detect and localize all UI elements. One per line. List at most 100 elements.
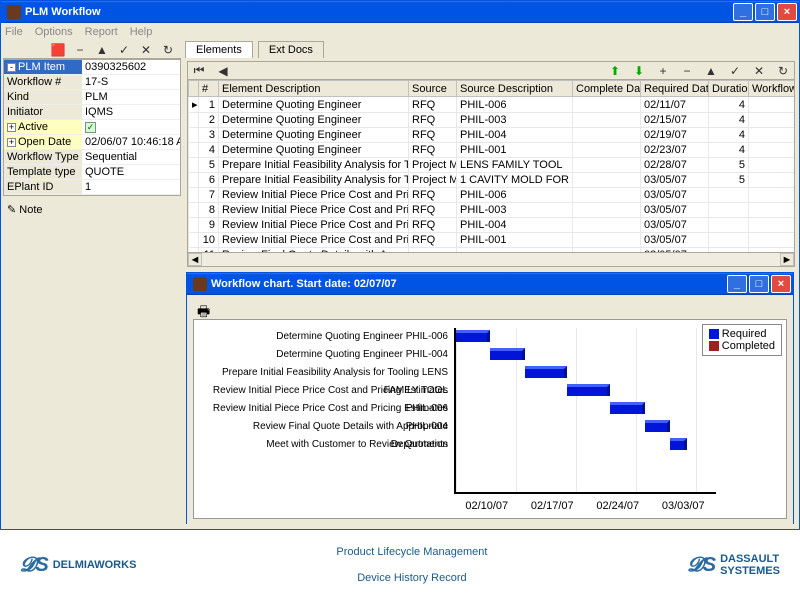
check-icon[interactable]: ✓ — [117, 43, 131, 57]
remove-icon[interactable]: − — [680, 64, 694, 78]
side-toolbar: 🟥 − ▲ ✓ ✕ ↻ — [3, 41, 181, 59]
chart-icon — [193, 277, 207, 291]
minimize-button[interactable]: _ — [733, 3, 753, 21]
task-label: Review Initial Piece Price Cost and Pric… — [198, 400, 452, 418]
column-header[interactable]: Complete Date — [573, 81, 641, 97]
prev-icon[interactable]: ◀ — [216, 64, 230, 78]
table-row[interactable]: 6Prepare Initial Feasibility Analysis fo… — [189, 173, 796, 188]
x-tick: 02/10/07 — [465, 500, 508, 512]
grid-scrollbar[interactable]: ◄ ► — [187, 253, 795, 267]
triangle-icon[interactable]: ▲ — [95, 43, 109, 57]
gantt-plot: Required Completed Determine Quoting Eng… — [193, 319, 787, 519]
reload-icon[interactable]: ↻ — [776, 64, 790, 78]
gantt-bar — [610, 402, 644, 414]
scroll-track[interactable] — [202, 253, 780, 266]
refresh-icon[interactable]: ↻ — [161, 43, 175, 57]
main-title: PLM Workflow — [25, 6, 101, 18]
add-icon[interactable]: + — [656, 64, 670, 78]
tool-icon[interactable]: 🟥 — [51, 43, 65, 57]
gantt-bar — [645, 420, 671, 432]
tabs: Elements Ext Docs — [185, 41, 797, 59]
chart-maximize-button[interactable]: □ — [749, 275, 769, 293]
task-label: Meet with Customer to Review Quotation — [198, 436, 452, 454]
chart-title: Workflow chart. Start date: 02/07/07 — [211, 278, 397, 290]
table-row[interactable]: 5Prepare Initial Feasibility Analysis fo… — [189, 158, 796, 173]
chart-body: 🖶 Required Completed Determine Quoting E… — [187, 295, 793, 525]
task-label: Determine Quoting Engineer PHIL-004 — [198, 346, 452, 364]
brand-right: 𝓓SDASSAULTSYSTEMES — [687, 553, 780, 577]
column-header[interactable]: Duration — [709, 81, 749, 97]
tab-extdocs[interactable]: Ext Docs — [258, 41, 324, 58]
first-icon[interactable]: ⏮ — [192, 64, 206, 78]
table-row[interactable]: 8Review Initial Piece Price Cost and Pri… — [189, 203, 796, 218]
cancel-icon[interactable]: ✕ — [752, 64, 766, 78]
prop-row[interactable]: +Open Date02/06/07 10:46:18 AM — [4, 135, 180, 150]
gantt-bar — [670, 438, 687, 450]
footer-caption: Product Lifecycle Management Device Hist… — [336, 539, 487, 591]
table-row[interactable]: ▸1Determine Quoting EngineerRFQPHIL-0060… — [189, 97, 796, 113]
maximize-button[interactable]: □ — [755, 3, 775, 21]
note-panel[interactable]: Note — [3, 201, 181, 218]
x-icon[interactable]: ✕ — [139, 43, 153, 57]
legend-required: Required — [722, 328, 767, 340]
prop-row[interactable]: -PLM Item0390325602 — [4, 60, 180, 75]
note-label: Note — [19, 204, 42, 216]
property-grid[interactable]: -PLM Item0390325602Workflow #17-SKindPLM… — [3, 59, 181, 196]
up-arrow-icon[interactable]: ⬆ — [608, 64, 622, 78]
brand-left: 𝓓SDELMIAWORKS — [20, 554, 136, 577]
prop-row[interactable]: Template typeQUOTE — [4, 165, 180, 180]
footer: 𝓓SDELMIAWORKS Product Lifecycle Manageme… — [0, 530, 800, 600]
gantt-bars — [454, 328, 716, 494]
confirm-icon[interactable]: ✓ — [728, 64, 742, 78]
column-header[interactable]: Required Date — [641, 81, 709, 97]
chart-window: Workflow chart. Start date: 02/07/07 _ □… — [186, 272, 794, 524]
menubar: File Options Report Help — [1, 23, 799, 41]
x-tick: 02/24/07 — [596, 500, 639, 512]
down-arrow-icon[interactable]: ⬇ — [632, 64, 646, 78]
minus-icon[interactable]: − — [73, 43, 87, 57]
task-label: Determine Quoting Engineer PHIL-006 — [198, 328, 452, 346]
close-button[interactable]: × — [777, 3, 797, 21]
table-row[interactable]: 2Determine Quoting EngineerRFQPHIL-00302… — [189, 113, 796, 128]
prop-row[interactable]: +Active✓ — [4, 120, 180, 135]
column-header[interactable]: Source — [409, 81, 457, 97]
x-tick: 02/17/07 — [531, 500, 574, 512]
column-header[interactable]: Workflow Type — [749, 81, 796, 97]
table-row[interactable]: 4Determine Quoting EngineerRFQPHIL-00102… — [189, 143, 796, 158]
x-axis-ticks: 02/10/07 02/17/07 02/24/07 03/03/07 — [454, 500, 716, 512]
task-label: Review Final Quote Details with Appropri… — [198, 418, 452, 436]
x-tick: 03/03/07 — [662, 500, 705, 512]
scroll-left-icon[interactable]: ◄ — [188, 253, 202, 266]
legend-completed: Completed — [722, 340, 775, 352]
prop-row[interactable]: KindPLM — [4, 90, 180, 105]
scroll-right-icon[interactable]: ► — [780, 253, 794, 266]
column-header[interactable]: # — [199, 81, 219, 97]
column-header[interactable]: Source Description — [457, 81, 573, 97]
column-header[interactable]: Element Description — [219, 81, 409, 97]
main-titlebar[interactable]: PLM Workflow _ □ × — [1, 1, 799, 23]
menu-options[interactable]: Options — [35, 26, 73, 38]
menu-report[interactable]: Report — [85, 26, 118, 38]
gantt-bar — [490, 348, 524, 360]
tab-elements[interactable]: Elements — [185, 41, 253, 58]
menu-file[interactable]: File — [5, 26, 23, 38]
chart-minimize-button[interactable]: _ — [727, 275, 747, 293]
prop-row[interactable]: InitiatorIQMS — [4, 105, 180, 120]
prop-row[interactable]: Workflow #17-S — [4, 75, 180, 90]
table-row[interactable]: 7Review Initial Piece Price Cost and Pri… — [189, 188, 796, 203]
app-icon — [7, 5, 21, 19]
prop-row[interactable]: Workflow TypeSequential — [4, 150, 180, 165]
chart-titlebar[interactable]: Workflow chart. Start date: 02/07/07 _ □… — [187, 273, 793, 295]
chart-close-button[interactable]: × — [771, 275, 791, 293]
table-row[interactable]: 9Review Initial Piece Price Cost and Pri… — [189, 218, 796, 233]
y-axis-labels: Determine Quoting Engineer PHIL-006Deter… — [198, 328, 452, 454]
elements-grid[interactable]: #Element DescriptionSourceSource Descrip… — [187, 79, 795, 253]
prop-row[interactable]: EPlant ID1 — [4, 180, 180, 195]
gantt-bar — [567, 384, 610, 396]
grid-toolbar: ⏮ ◀ ⬆ ⬇ + − ▲ ✓ ✕ ↻ — [187, 61, 795, 79]
edit-icon[interactable]: ▲ — [704, 64, 718, 78]
gantt-bar — [456, 330, 490, 342]
menu-help[interactable]: Help — [130, 26, 153, 38]
table-row[interactable]: 3Determine Quoting EngineerRFQPHIL-00402… — [189, 128, 796, 143]
table-row[interactable]: 10Review Initial Piece Price Cost and Pr… — [189, 233, 796, 248]
